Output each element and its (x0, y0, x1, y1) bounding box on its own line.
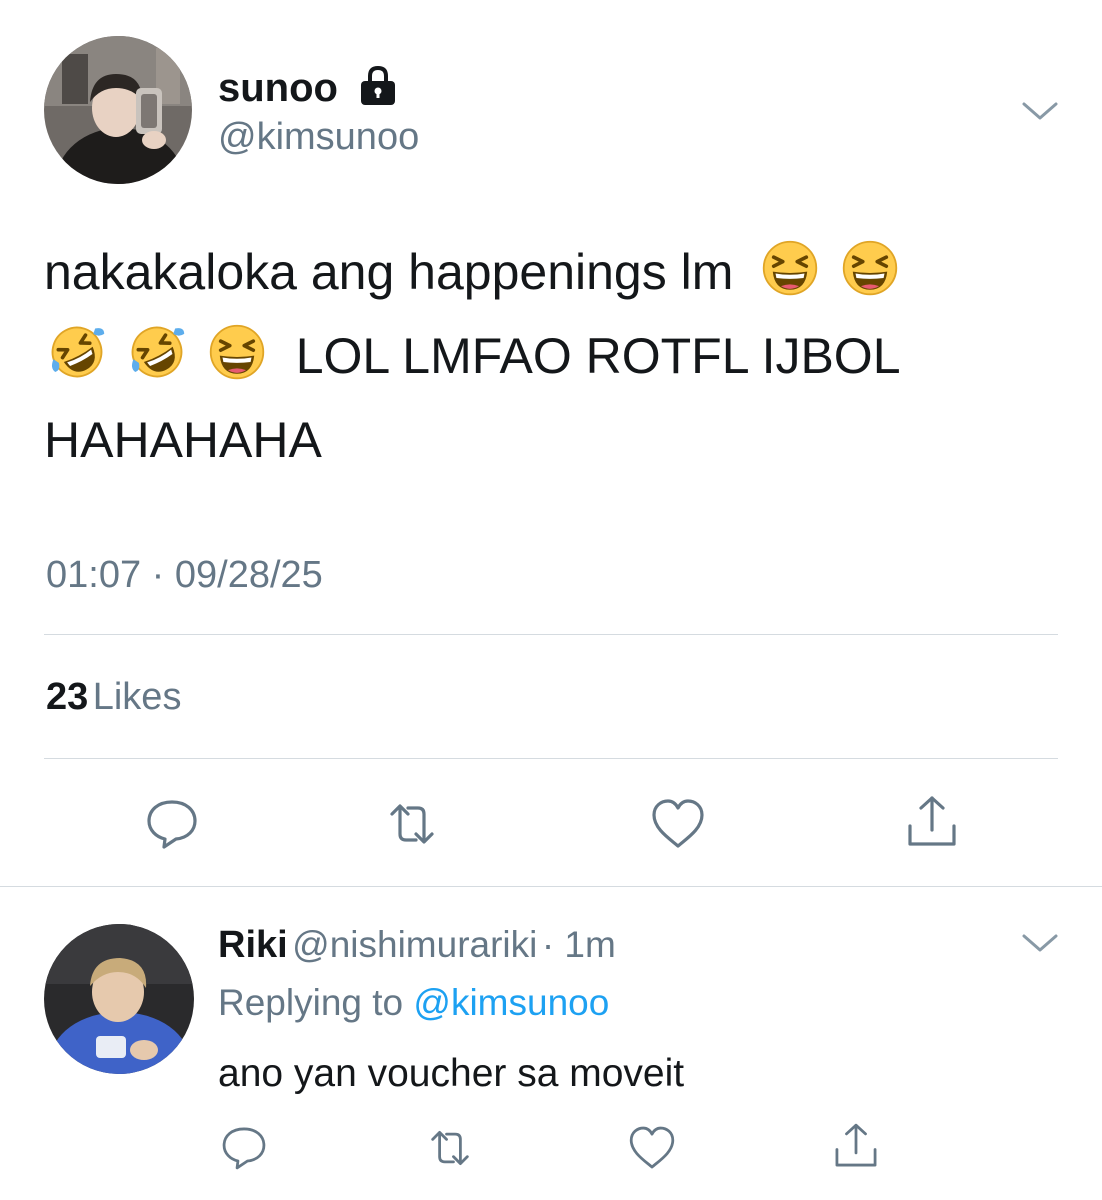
replying-to-mention[interactable]: @kimsunoo (413, 982, 609, 1023)
share-icon (830, 1120, 882, 1172)
retweet-button[interactable] (382, 794, 442, 854)
grinning-squinting-face-icon (841, 239, 899, 297)
reply-author-avatar[interactable] (44, 924, 194, 1074)
tweet-time: 01:07 (46, 554, 142, 596)
tweet-date: 09/28/25 (174, 554, 323, 596)
tweet-text-line-3: HAHAHAHA (44, 412, 322, 468)
author-name[interactable]: sunoo (218, 66, 338, 111)
retweet-icon (424, 1122, 476, 1174)
share-icon (902, 792, 962, 852)
reply-header: Riki @nishimurariki · 1m (218, 924, 616, 967)
divider-top (44, 634, 1058, 635)
timestamp-separator: · (151, 554, 165, 596)
reply-share-button[interactable] (830, 1120, 882, 1172)
reply-icon (218, 1122, 270, 1174)
likes-stat[interactable]: 23 Likes (46, 676, 181, 719)
author-avatar[interactable] (44, 36, 192, 184)
reply-chevron-down-icon[interactable] (1018, 928, 1062, 958)
reply-author-handle[interactable]: @nishimurariki (292, 924, 537, 965)
like-button[interactable] (648, 794, 708, 854)
lock-icon (356, 64, 400, 108)
rolling-on-floor-laughing-icon (128, 323, 186, 381)
reply-reply-button[interactable] (218, 1122, 270, 1174)
reply-retweet-button[interactable] (424, 1122, 476, 1174)
likes-label: Likes (92, 676, 182, 718)
tweet-text-line-1: nakakaloka ang happenings lm (44, 230, 1064, 314)
tweet-text-line-2: LOL LMFAO ROTFL IJBOL (44, 314, 1064, 398)
reply-text: ano yan voucher sa moveit (218, 1052, 685, 1095)
rolling-on-floor-laughing-icon (48, 323, 106, 381)
replying-to: Replying to @kimsunoo (218, 982, 609, 1024)
section-divider (0, 886, 1102, 887)
like-icon (626, 1122, 678, 1174)
likes-count: 23 (46, 676, 89, 718)
grinning-squinting-face-icon (761, 239, 819, 297)
retweet-icon (382, 794, 442, 854)
grinning-squinting-face-icon (208, 323, 266, 381)
reply-time: · 1m (541, 924, 616, 965)
chevron-down-icon[interactable] (1018, 96, 1062, 126)
reply-like-button[interactable] (626, 1122, 678, 1174)
like-icon (648, 794, 708, 854)
replying-to-prefix: Replying to (218, 982, 404, 1023)
reply-button[interactable] (142, 794, 202, 854)
tweet-text: nakakaloka ang happenings lm LOL LMFAO R… (44, 230, 1064, 482)
divider-bottom (44, 758, 1058, 759)
reply-author-name[interactable]: Riki (218, 924, 288, 966)
share-button[interactable] (902, 792, 962, 852)
reply-icon (142, 794, 202, 854)
author-handle[interactable]: @kimsunoo (218, 116, 419, 159)
tweet-text-line-1-words: nakakaloka ang happenings lm (44, 244, 734, 300)
tweet-text-line-2-words: LOL LMFAO ROTFL IJBOL (295, 328, 901, 384)
tweet-timestamp[interactable]: 01:07 · 09/28/25 (46, 554, 323, 597)
